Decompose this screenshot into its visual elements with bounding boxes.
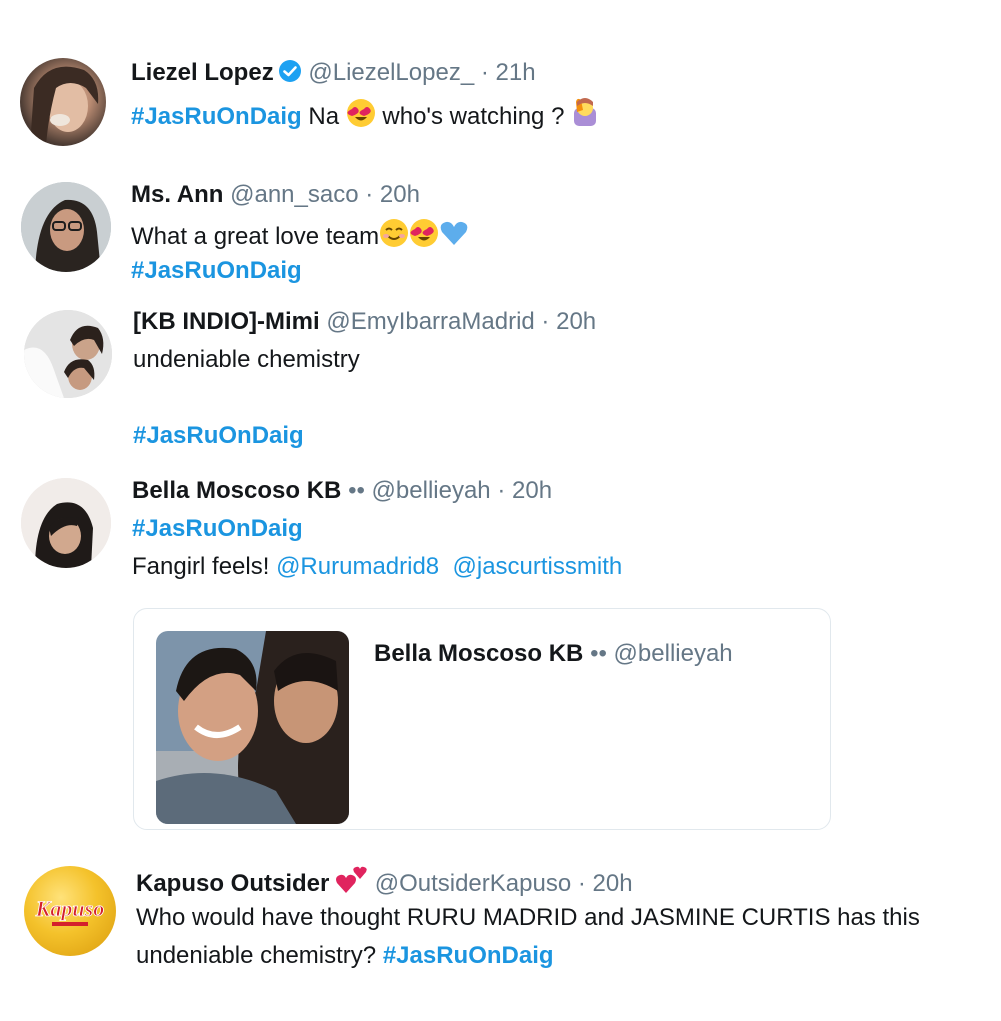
smiling-emoji (379, 218, 409, 256)
separator-dot: · (497, 477, 506, 504)
mention-link[interactable]: @Rurumadrid8 (276, 553, 439, 580)
tweet-header: Bella Moscoso KB •• @bellieyah · 20h (132, 476, 552, 506)
quoted-tweet[interactable]: Bella Moscoso KB •• @bellieyah (133, 608, 831, 830)
hashtag-link[interactable]: #JasRuOnDaig (131, 257, 302, 284)
display-name[interactable]: Kapuso Outsider (136, 870, 329, 897)
heart-eyes-emoji (346, 98, 376, 136)
avatar[interactable] (24, 310, 112, 398)
separator-dot: · (480, 59, 489, 86)
display-name[interactable]: Ms. Ann (131, 181, 223, 208)
tweet-text-part: What a great love team (131, 223, 380, 250)
tweet-hashtag-line: #JasRuOnDaig (131, 256, 302, 286)
two-hearts-emoji (336, 865, 368, 903)
avatar-photo (21, 478, 111, 568)
hashtag-link[interactable]: #JasRuOnDaig (133, 422, 304, 449)
name-suffix: •• (590, 640, 607, 667)
tweet-text: #JasRuOnDaig Na who's watching ? (131, 96, 601, 136)
separator-dot: · (541, 308, 550, 335)
tweet-header: [KB INDIO]-Mimi @EmyIbarraMadrid · 20h (133, 307, 596, 337)
tweet-header: Kapuso Outsider @OutsiderKapuso · 20h (136, 865, 633, 903)
quoted-tweet-header: Bella Moscoso KB •• @bellieyah (374, 639, 733, 669)
timestamp[interactable]: 20h (556, 308, 596, 335)
timestamp[interactable]: 20h (593, 870, 633, 897)
display-name[interactable]: [KB INDIO]-Mimi (133, 308, 320, 335)
tweet-text: Fangirl feels! @Rurumadrid8 @jascurtissm… (132, 552, 622, 582)
tweet-header: Liezel Lopez @LiezelLopez_ · 21h (131, 58, 536, 91)
handle[interactable]: @ann_saco (230, 181, 358, 208)
display-name[interactable]: Bella Moscoso KB (374, 640, 583, 667)
display-name[interactable]: Liezel Lopez (131, 59, 274, 86)
tweet-header: Ms. Ann @ann_saco · 20h (131, 180, 420, 210)
raising-hand-emoji (571, 96, 601, 136)
name-suffix: •• (348, 477, 365, 504)
tweet-text: Who would have thought RURU MADRID and J… (136, 903, 920, 933)
kapuso-logo: Kapuso (34, 896, 105, 926)
tweet-text-part: undeniable chemistry? (136, 942, 383, 969)
tweet-text-part: undeniable chemistry (133, 346, 360, 373)
timestamp[interactable]: 20h (512, 477, 552, 504)
timestamp[interactable]: 20h (380, 181, 420, 208)
tweet-text-part: Who would have thought RURU MADRID and J… (136, 904, 920, 931)
hashtag-link[interactable]: #JasRuOnDaig (383, 942, 554, 969)
handle[interactable]: @OutsiderKapuso (375, 870, 571, 897)
quoted-tweet-image[interactable] (156, 631, 349, 824)
tweet-hashtag-line: #JasRuOnDaig (133, 421, 304, 451)
avatar-photo (24, 310, 112, 398)
handle[interactable]: @bellieyah (614, 640, 733, 667)
avatar[interactable]: Kapuso (24, 866, 116, 956)
mention-link[interactable]: @jascurtissmith (453, 553, 623, 580)
avatar[interactable] (21, 478, 111, 568)
blue-heart-emoji (439, 218, 469, 256)
separator-dot: · (577, 870, 586, 897)
tweet-hashtag-line: #JasRuOnDaig (132, 514, 303, 544)
avatar[interactable] (20, 58, 106, 146)
display-name[interactable]: Bella Moscoso KB (132, 477, 341, 504)
avatar-photo (21, 182, 111, 272)
tweet-text-part: who's watching ? (375, 103, 572, 130)
avatar-photo (30, 66, 99, 146)
separator-dot: · (365, 181, 374, 208)
heart-eyes-emoji (409, 218, 439, 256)
timestamp[interactable]: 21h (496, 59, 536, 86)
tweet-text: undeniable chemistry? #JasRuOnDaig (136, 941, 554, 971)
handle[interactable]: @bellieyah (372, 477, 491, 504)
quoted-photo (156, 631, 349, 824)
hashtag-link[interactable]: #JasRuOnDaig (132, 515, 303, 542)
tweet-text: What a great love team (131, 218, 469, 256)
tweet-text-part: Fangirl feels! (132, 553, 277, 580)
handle[interactable]: @LiezelLopez_ (308, 59, 474, 86)
avatar[interactable] (21, 182, 111, 272)
hashtag-link[interactable]: #JasRuOnDaig (131, 103, 302, 130)
logo-text: Kapuso (35, 896, 104, 921)
verified-badge-icon (278, 59, 302, 91)
handle[interactable]: @EmyIbarraMadrid (326, 308, 534, 335)
tweet-text-part: Na (301, 103, 346, 130)
tweet-text: undeniable chemistry (133, 345, 360, 375)
